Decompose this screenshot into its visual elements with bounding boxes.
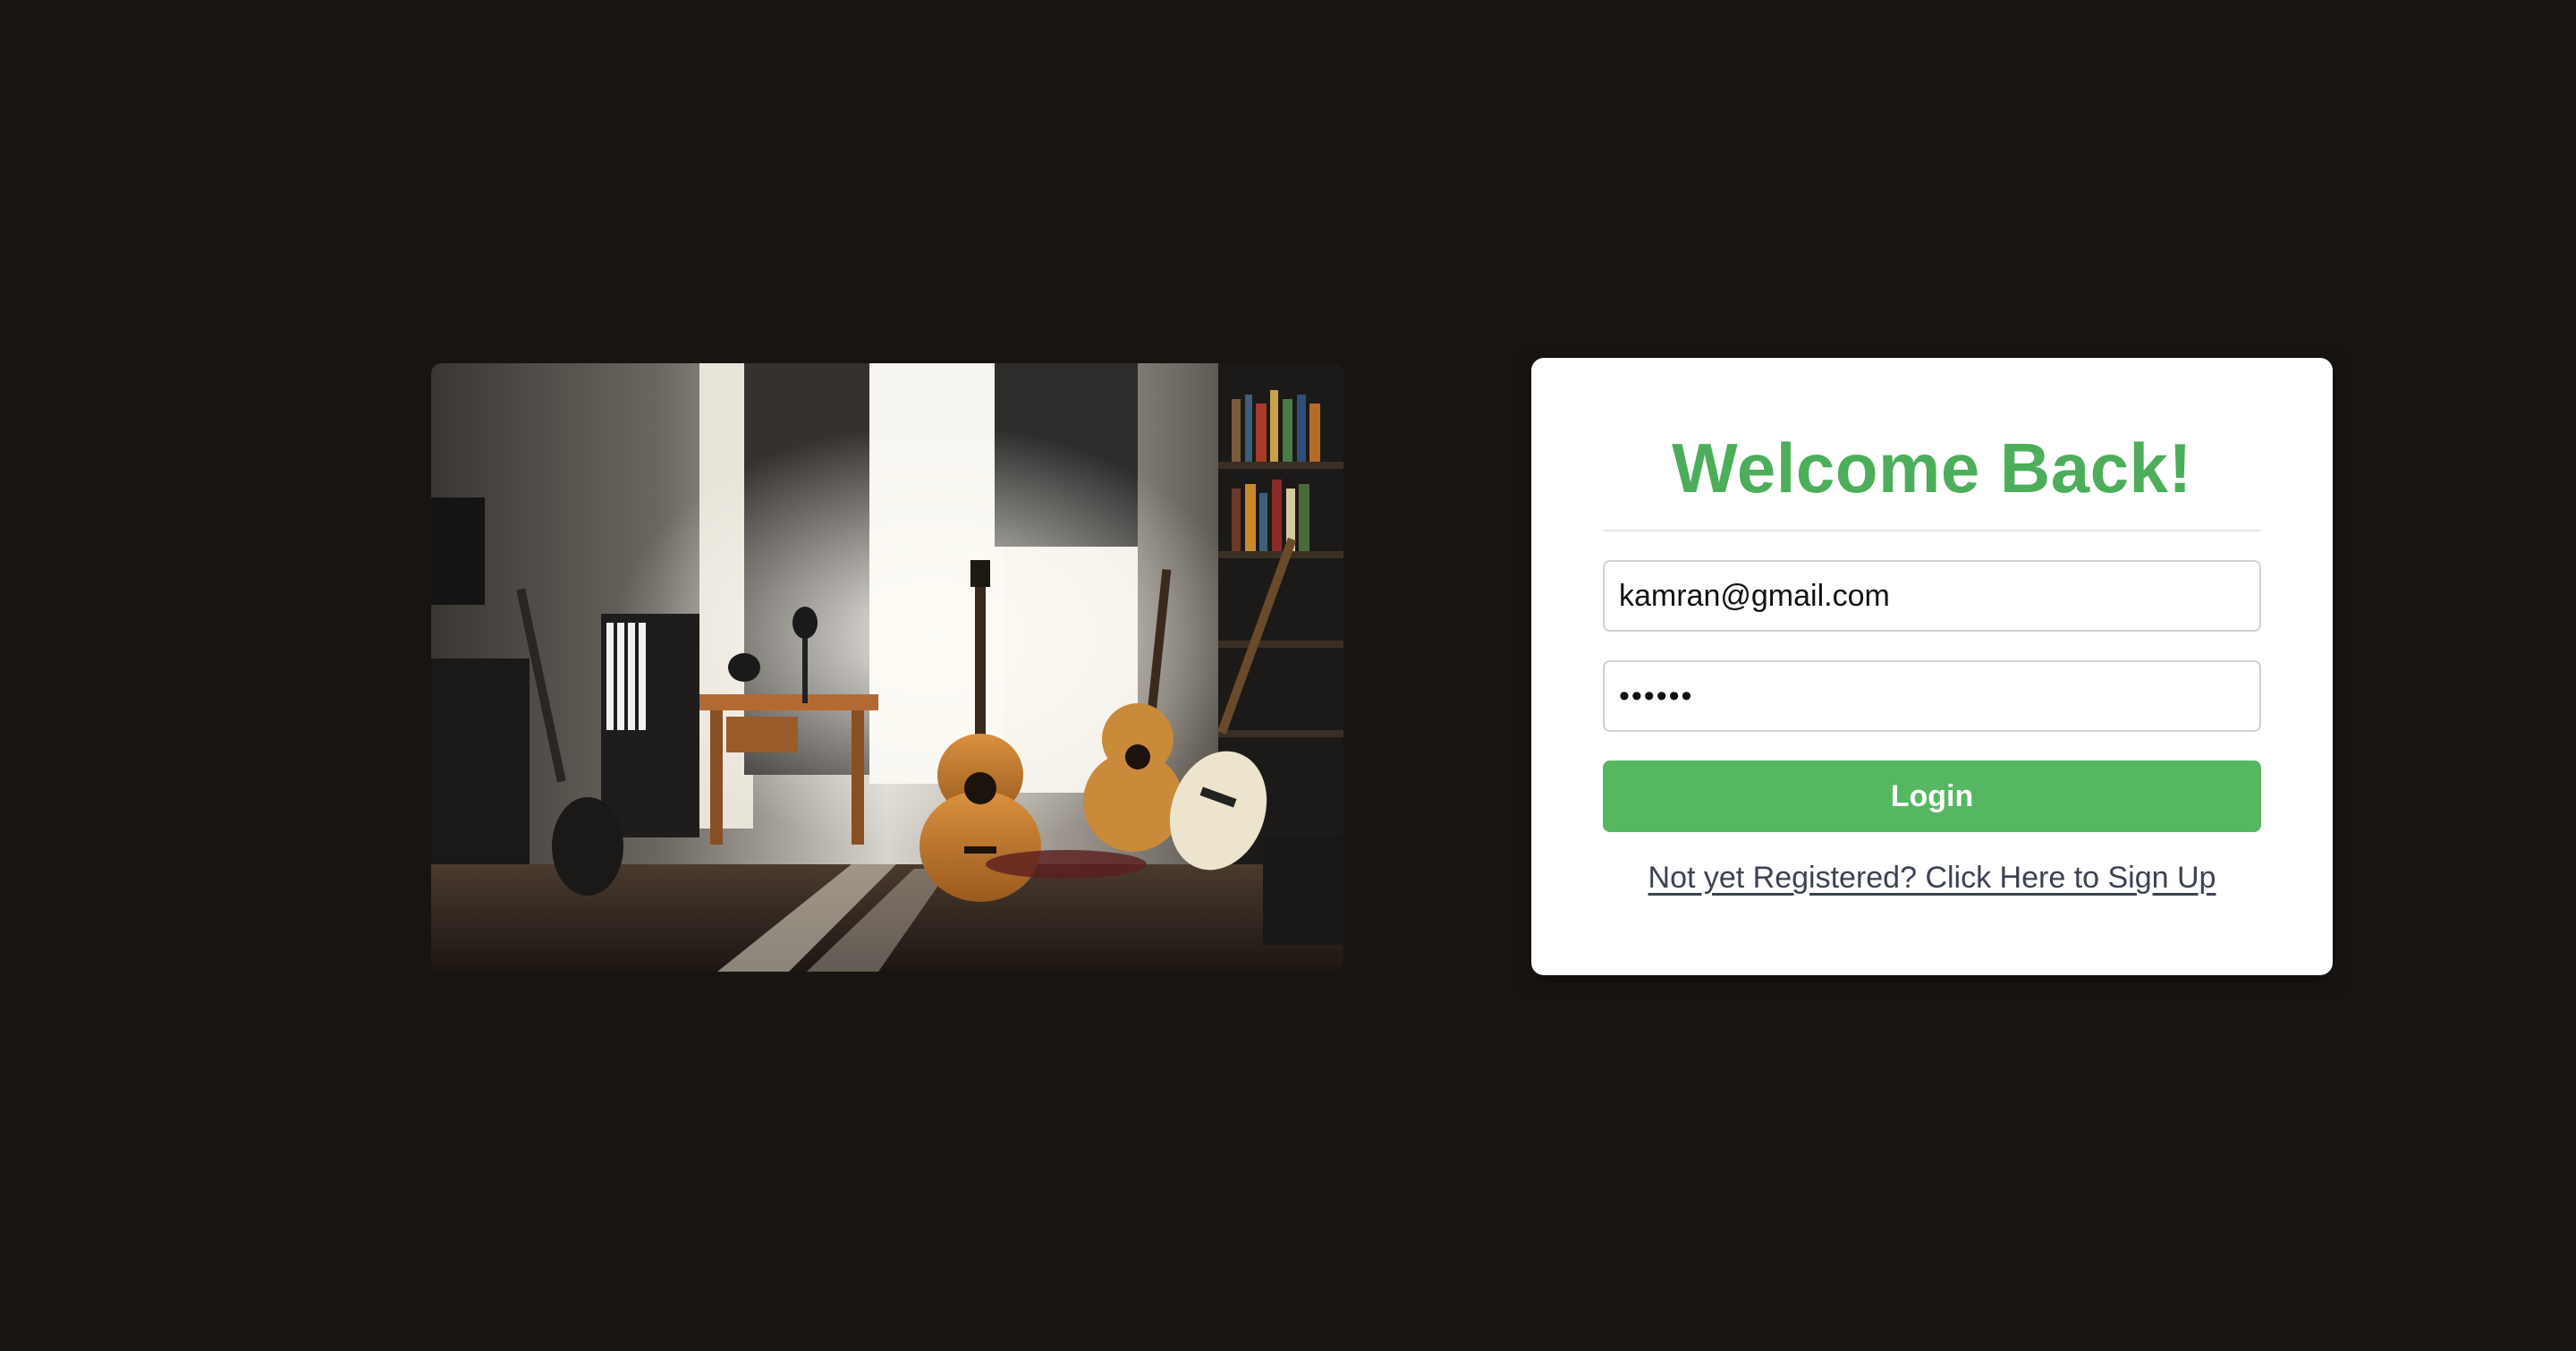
email-input[interactable]	[1603, 560, 2261, 632]
title-divider	[1603, 530, 2261, 531]
signup-link[interactable]: Not yet Registered? Click Here to Sign U…	[1531, 861, 2333, 896]
password-input[interactable]	[1603, 660, 2261, 732]
welcome-title: Welcome Back!	[1672, 429, 2192, 507]
login-button[interactable]: Login	[1603, 760, 2261, 832]
login-card: Welcome Back! Login Not yet Registered? …	[1531, 358, 2333, 975]
page: Welcome Back! Login Not yet Registered? …	[0, 0, 2576, 1351]
music-room-photo	[431, 363, 1343, 972]
